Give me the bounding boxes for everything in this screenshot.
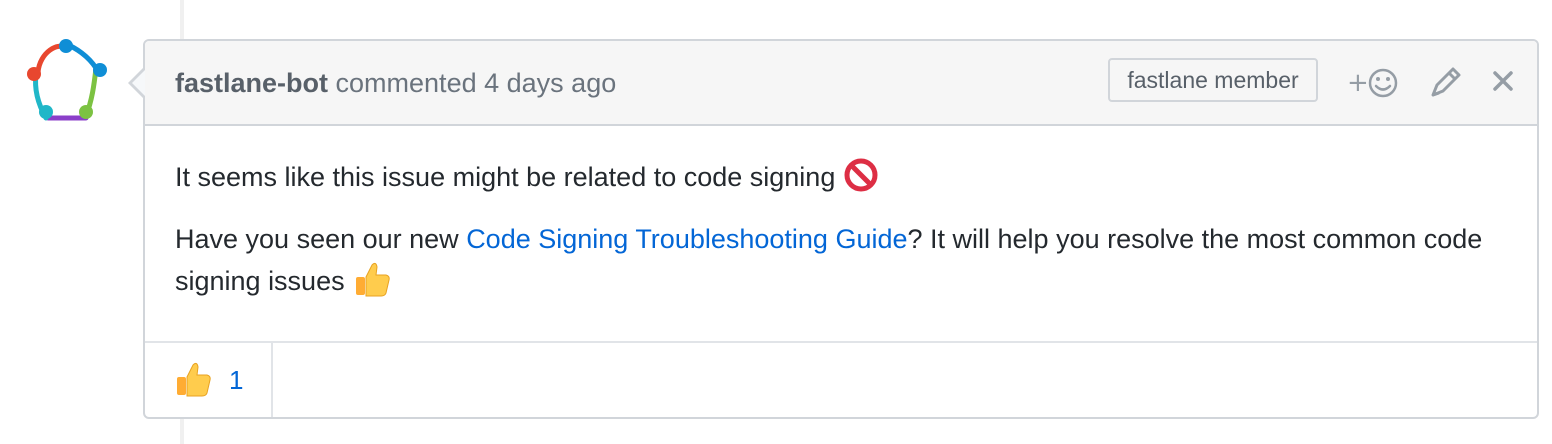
comment-header: fastlane-bot commented 4 days ago fastla…: [145, 41, 1537, 126]
comment-body: It seems like this issue might be relate…: [145, 126, 1537, 303]
troubleshooting-guide-link[interactable]: Code Signing Troubleshooting Guide: [466, 224, 907, 254]
close-icon[interactable]: [1485, 61, 1521, 105]
body-paragraph-1: It seems like this issue might be relate…: [175, 156, 1507, 198]
svg-text:+: +: [1347, 68, 1369, 98]
action-text: commented: [335, 68, 477, 98]
comment-box: fastlane-bot commented 4 days ago fastla…: [128, 39, 1539, 419]
add-reaction-icon[interactable]: +: [1345, 61, 1405, 105]
thumbs-up-icon: [177, 362, 211, 397]
member-badge: fastlane member: [1108, 58, 1318, 102]
comment-meta: fastlane-bot commented 4 days ago: [175, 68, 616, 99]
no-entry-icon: [844, 158, 878, 192]
timestamp-link[interactable]: 4 days ago: [484, 68, 616, 98]
author-link[interactable]: fastlane-bot: [175, 68, 328, 98]
reactions-bar: 1: [145, 341, 1537, 417]
fastlane-avatar[interactable]: [18, 34, 114, 130]
pencil-icon[interactable]: [1427, 61, 1463, 105]
reaction-thumbs-up[interactable]: 1: [145, 343, 273, 417]
thumbs-up-icon: [356, 262, 390, 297]
body-paragraph-2: Have you seen our new Code Signing Troub…: [175, 218, 1507, 303]
reaction-count: 1: [229, 365, 244, 395]
